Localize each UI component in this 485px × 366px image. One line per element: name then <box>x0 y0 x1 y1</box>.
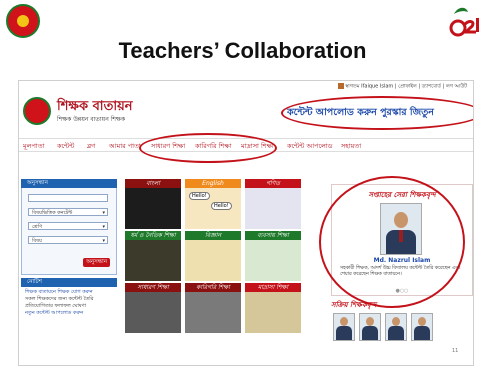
left-column: অনুসন্ধান বিষয়ভিত্তিক কনটেন্ট ▾ শ্রেণি ▾ … <box>21 179 117 365</box>
subject-tile-image <box>125 188 181 229</box>
nav-blog[interactable]: ব্লগ <box>87 141 95 152</box>
chevron-down-icon: ▾ <box>102 224 105 230</box>
class-select-value: শ্রেণি <box>32 224 43 230</box>
subject-tile-caption: বাংলা <box>125 179 181 188</box>
subject-tile[interactable]: কারিগরি শিক্ষা <box>185 283 241 333</box>
nav-help[interactable]: সহায়তা <box>341 141 361 152</box>
subject-tile-caption: সাধারণ শিক্ষা <box>125 283 181 292</box>
subject-tile[interactable]: English Hello! Hello! <box>185 179 241 229</box>
user-bar[interactable]: স্বাগতম Ifaique Islam | প্রোফাইল | ড্যাশ… <box>337 83 467 92</box>
active-teacher-avatar[interactable] <box>359 313 381 341</box>
subject-tile-caption: ব্যবসায় শিক্ষা <box>245 231 301 240</box>
subject-tile-caption: কারিগরি শিক্ষা <box>185 283 241 292</box>
subject-tile[interactable]: গণিত <box>245 179 301 229</box>
nav-content[interactable]: কন্টেন্ট <box>57 141 74 152</box>
subject-tile-caption: English <box>185 179 241 188</box>
subject-select-value: বিষয় <box>32 238 42 244</box>
subject-tile-image <box>245 240 301 281</box>
presentation-slide: Teachers’ Collaboration স্বাগতম Ifaique … <box>0 0 485 366</box>
subject-tile[interactable]: ধর্ম ও নৈতিক শিক্ষা <box>125 231 181 281</box>
chevron-down-icon: ▾ <box>102 210 105 216</box>
active-teacher-avatar[interactable] <box>411 313 433 341</box>
active-teacher-avatar[interactable] <box>385 313 407 341</box>
active-teachers-title: সক্রিয় শিক্ষকবৃন্দ <box>331 301 377 309</box>
subject-tile[interactable]: বিজ্ঞান <box>185 231 241 281</box>
speech-bubble: Hello! <box>189 192 210 200</box>
a2i-logo <box>449 7 479 37</box>
category-select[interactable]: বিষয়ভিত্তিক কনটেন্ট ▾ <box>28 208 108 216</box>
subject-select[interactable]: বিষয় ▾ <box>28 236 108 244</box>
nav-home[interactable]: মূলপাতা <box>23 141 45 152</box>
search-input[interactable] <box>28 194 108 202</box>
subject-tile[interactable]: সাধারণ শিক্ষা <box>125 283 181 333</box>
government-seal-logo <box>6 4 40 38</box>
subject-tile-image <box>185 240 241 281</box>
subject-tile-image <box>125 292 181 333</box>
active-teacher-avatar[interactable] <box>333 313 355 341</box>
subject-tile-image <box>245 188 301 229</box>
search-button[interactable]: অনুসন্ধান <box>83 258 110 267</box>
highlight-oval-promo <box>281 96 473 130</box>
subject-tile-caption: গণিত <box>245 179 301 188</box>
search-panel-header: অনুসন্ধান <box>21 179 117 188</box>
highlight-oval-nav <box>139 133 277 163</box>
notice-item[interactable]: নতুন কন্টেন্ট আপলোড করুন <box>25 310 113 317</box>
search-panel: বিষয়ভিত্তিক কনটেন্ট ▾ শ্রেণি ▾ বিষয় ▾ অনু… <box>21 188 117 275</box>
nav-content-upload[interactable]: কন্টেন্ট আপলোড <box>287 141 333 152</box>
subject-tile-caption: বিজ্ঞান <box>185 231 241 240</box>
subject-tile[interactable]: বাংলা <box>125 179 181 229</box>
subject-tile-caption: ধর্ম ও নৈতিক শিক্ষা <box>125 231 181 240</box>
website-screenshot: স্বাগতম Ifaique Islam | প্রোফাইল | ড্যাশ… <box>18 80 474 366</box>
highlight-oval-featured <box>319 176 465 308</box>
user-avatar-icon <box>337 83 344 89</box>
notice-item[interactable]: শিক্ষক বাতায়নে শিক্ষক যোগ করুন <box>25 289 113 296</box>
slide-title: Teachers’ Collaboration <box>118 38 367 63</box>
slide-page-number: 11 <box>452 348 459 354</box>
speech-bubble: Hello! <box>211 202 232 210</box>
subject-tile[interactable]: ব্যবসায় শিক্ষা <box>245 231 301 281</box>
subject-tile-caption: মাদ্রাসা শিক্ষা <box>245 283 301 292</box>
class-select[interactable]: শ্রেণি ▾ <box>28 222 108 230</box>
nav-my-page[interactable]: আমার পাতা <box>109 141 141 152</box>
site-tagline: শিক্ষক উন্নয়ন বাতায়ন শিক্ষক <box>57 116 126 123</box>
subject-tile-image <box>245 292 301 333</box>
chevron-down-icon: ▾ <box>102 238 105 244</box>
subject-tile-image <box>185 292 241 333</box>
site-logo[interactable] <box>23 97 51 125</box>
category-select-value: বিষয়ভিত্তিক কনটেন্ট <box>32 210 73 216</box>
notice-item[interactable]: সকল শিক্ষকদের জন্য কন্টেন্ট তৈরি <box>25 296 113 303</box>
notice-item[interactable]: প্রতিযোগিতার ফলাফল ঘোষণা <box>25 303 113 310</box>
subject-tile-image: Hello! Hello! <box>185 188 241 229</box>
subject-tile-image <box>125 240 181 281</box>
subject-tile[interactable]: মাদ্রাসা শিক্ষা <box>245 283 301 333</box>
notice-list: শিক্ষক বাতায়নে শিক্ষক যোগ করুন সকল শিক্… <box>21 287 117 319</box>
user-bar-text: স্বাগতম Ifaique Islam | প্রোফাইল | ড্যাশ… <box>345 83 467 90</box>
notice-panel-header: নোটিশ <box>21 278 117 287</box>
